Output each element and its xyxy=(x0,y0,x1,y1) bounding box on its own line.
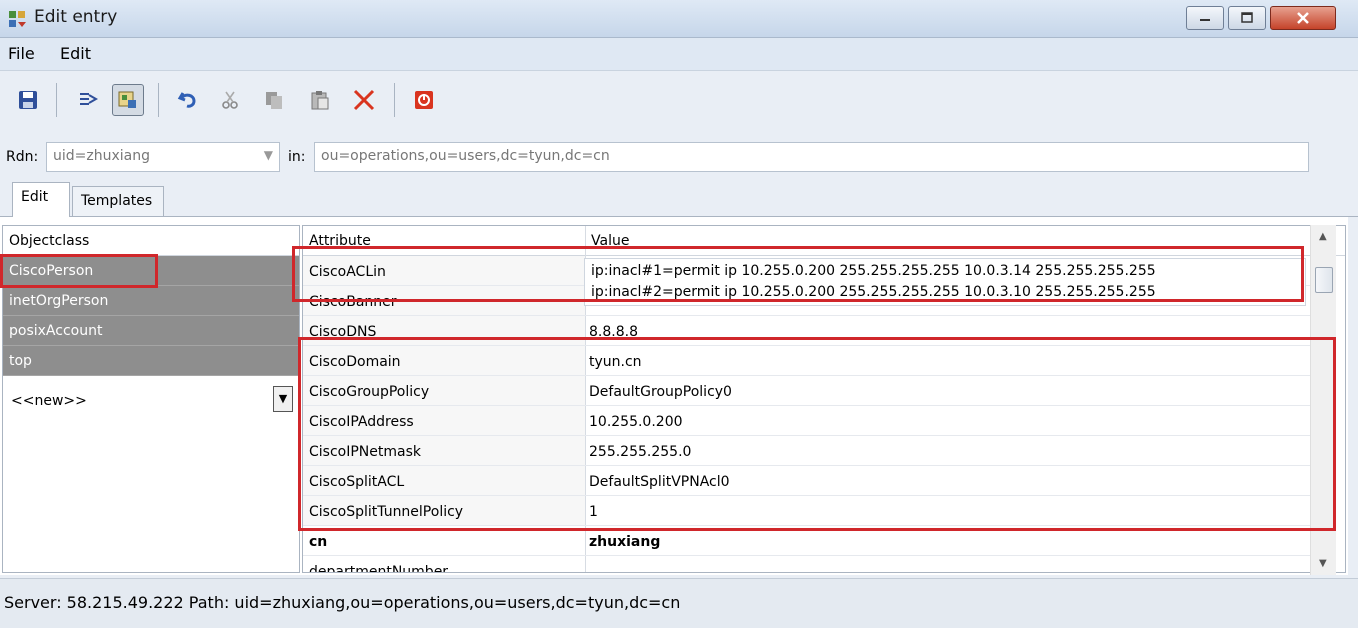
move-icon xyxy=(80,93,99,105)
toolbar-separator xyxy=(394,83,395,117)
maximize-button[interactable] xyxy=(1228,6,1266,30)
cut-button[interactable] xyxy=(214,84,246,116)
status-text: Server: 58.215.49.222 Path: uid=zhuxiang… xyxy=(4,593,681,612)
objectclass-new[interactable]: <<new>> xyxy=(11,393,87,409)
title-bar: Edit entry xyxy=(0,0,1358,38)
toolbar-separator xyxy=(56,83,57,117)
minimize-icon xyxy=(1200,19,1210,21)
cut-icon xyxy=(222,91,238,109)
attribute-value[interactable] xyxy=(585,556,1310,572)
copy-icon xyxy=(266,92,282,109)
stop-icon xyxy=(415,91,433,109)
move-entry-button[interactable] xyxy=(72,84,104,116)
undo-icon xyxy=(177,92,196,108)
paste-button[interactable] xyxy=(304,84,336,116)
toolbar xyxy=(0,70,1358,128)
objectclass-item[interactable]: inetOrgPerson xyxy=(3,286,299,316)
menu-file[interactable]: File xyxy=(8,44,35,63)
entry-view-button[interactable] xyxy=(112,84,144,116)
toolbar-separator xyxy=(158,83,159,117)
parent-dn-field[interactable]: ou=operations,ou=users,dc=tyun,dc=cn xyxy=(314,142,1309,172)
rdn-label: Rdn: xyxy=(6,149,39,165)
scroll-up-icon[interactable]: ▲ xyxy=(1319,231,1327,242)
minimize-button[interactable] xyxy=(1186,6,1224,30)
stop-button[interactable] xyxy=(408,84,440,116)
delete-icon xyxy=(353,89,375,111)
app-icon xyxy=(9,11,26,27)
maximize-icon xyxy=(1241,12,1253,23)
status-bar: Server: 58.215.49.222 Path: uid=zhuxiang… xyxy=(0,578,1358,628)
menu-edit[interactable]: Edit xyxy=(60,44,91,63)
objectclass-header: Objectclass xyxy=(3,226,299,256)
undo-button[interactable] xyxy=(172,84,204,116)
highlight-box xyxy=(292,246,1304,302)
save-button[interactable] xyxy=(12,84,44,116)
tab-templates[interactable]: Templates xyxy=(72,186,164,216)
highlight-box xyxy=(298,337,1336,531)
menu-bar: File Edit xyxy=(0,38,1358,70)
objectclass-item[interactable]: posixAccount xyxy=(3,316,299,346)
parent-dn-value: ou=operations,ou=users,dc=tyun,dc=cn xyxy=(321,148,610,164)
close-button[interactable] xyxy=(1270,6,1336,30)
objectclass-item[interactable]: top xyxy=(3,346,299,376)
window-title: Edit entry xyxy=(34,7,118,27)
rdn-combobox[interactable]: uid=zhuxiang ▼ xyxy=(46,142,280,172)
in-label: in: xyxy=(288,149,306,165)
scrollbar-thumb[interactable] xyxy=(1315,267,1333,293)
scroll-down-icon[interactable]: ▼ xyxy=(1319,558,1327,569)
paste-icon xyxy=(311,91,329,110)
save-icon xyxy=(19,91,37,109)
copy-button[interactable] xyxy=(258,84,290,116)
entry-view-icon xyxy=(118,91,136,108)
attribute-name: departmentNumber xyxy=(303,556,585,572)
highlight-box xyxy=(0,254,158,288)
chevron-down-icon: ▼ xyxy=(278,392,288,405)
delete-button[interactable] xyxy=(348,84,380,116)
tab-edit[interactable]: Edit xyxy=(12,182,70,217)
rdn-value: uid=zhuxiang xyxy=(53,148,150,164)
chevron-down-icon[interactable]: ▼ xyxy=(264,148,273,162)
objectclass-dropdown[interactable]: ▼ xyxy=(273,386,293,412)
close-icon xyxy=(1297,12,1309,24)
